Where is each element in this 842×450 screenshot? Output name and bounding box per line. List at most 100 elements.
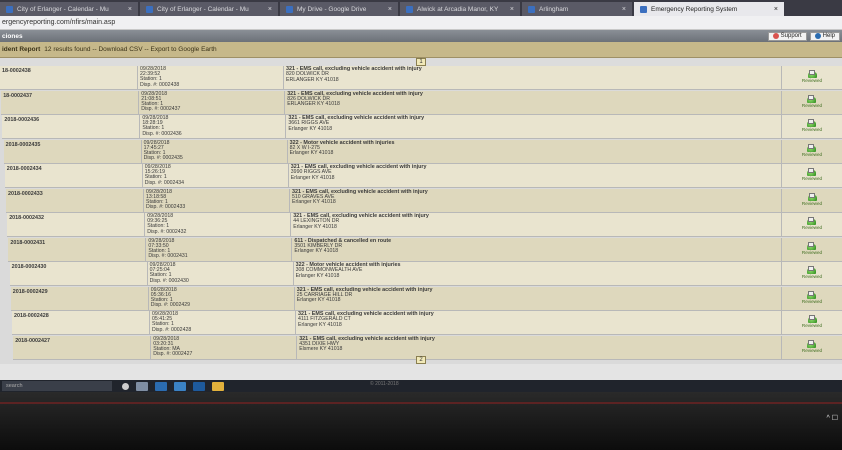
- app-menu-left-label[interactable]: ciones: [2, 33, 23, 40]
- tab-close-icon[interactable]: ×: [128, 6, 132, 13]
- browser-tab[interactable]: Arlingham ×: [522, 2, 632, 16]
- incident-disp: Disp. #: 0002435: [143, 155, 183, 162]
- reviewed-button[interactable]: Reviewed: [782, 287, 842, 310]
- browser-tab-strip: City of Erlanger - Calendar - Mu × City of…: [0, 0, 842, 16]
- system-tray[interactable]: ^ ☐: [826, 414, 838, 422]
- incident-addr2: Erlanger KY 41018: [295, 272, 340, 279]
- page-blank-area: [0, 364, 842, 380]
- incident-addr2: Elsmere KY 41018: [299, 346, 343, 353]
- reviewed-label: Reviewed: [801, 200, 823, 206]
- reviewed-button[interactable]: Reviewed: [782, 115, 842, 138]
- browser-tab[interactable]: My Drive - Google Drive ×: [280, 2, 398, 16]
- incident-id[interactable]: 18-0002437: [1, 90, 140, 114]
- table-row[interactable]: 2018-0002434 09/28/2018 15:26:19 Station: 1…: [4, 164, 842, 188]
- address-bar[interactable]: ergencyreporting.com/nfirs/main.asp: [0, 16, 842, 30]
- reviewed-label: Reviewed: [801, 249, 823, 255]
- incident-id[interactable]: 2018-0002430: [10, 262, 148, 285]
- browser-tab[interactable]: Emergency Reporting System ×: [634, 2, 784, 16]
- support-button[interactable]: Support: [767, 31, 807, 41]
- incident-nature-cell: 611 - Dispatched & cancelled en route 350…: [292, 237, 782, 261]
- incident-id[interactable]: 2018-0002435: [4, 139, 142, 163]
- reviewed-button[interactable]: Reviewed: [782, 91, 842, 114]
- page-link-top[interactable]: 1: [416, 58, 426, 66]
- reviewed-button[interactable]: Reviewed: [782, 262, 842, 285]
- reviewed-button[interactable]: Reviewed: [782, 140, 842, 163]
- incident-id[interactable]: 2018-0002429: [11, 286, 149, 310]
- url-text[interactable]: ergencyreporting.com/nfirs/main.asp: [2, 19, 115, 26]
- tab-favicon-icon: [146, 5, 153, 13]
- reviewed-icon: [807, 168, 817, 176]
- reviewed-icon: [807, 94, 817, 103]
- incident-id[interactable]: 2018-0002432: [7, 213, 146, 236]
- help-label: Help: [822, 33, 835, 39]
- help-button[interactable]: Help: [809, 31, 840, 41]
- incident-id[interactable]: 2018-0002436: [2, 115, 141, 138]
- incident-datetime-cell: 09/28/2018 13:18:58 Station: 1 Disp. #: 000…: [144, 188, 290, 212]
- explorer-icon[interactable]: [174, 381, 186, 391]
- reviewed-button[interactable]: Reviewed: [782, 189, 842, 212]
- browser-tab[interactable]: Alwick at Arcadia Manor, KY ×: [400, 2, 520, 16]
- tab-label: My Drive - Google Drive: [297, 5, 367, 13]
- chrome-icon[interactable]: [212, 381, 224, 391]
- incident-disp: Disp. #: 0002437: [141, 106, 181, 113]
- reviewed-button[interactable]: Reviewed: [782, 311, 842, 334]
- table-row[interactable]: 2018-0002429 09/28/2018 05:36:16 Station: 1…: [10, 286, 842, 311]
- taskbar-search[interactable]: search: [2, 381, 112, 391]
- reviewed-icon: [807, 217, 817, 225]
- table-row[interactable]: 2018-0002435 09/28/2018 17:45:27 Station: 1…: [3, 139, 842, 164]
- cortana-icon[interactable]: [122, 382, 129, 390]
- tab-close-icon[interactable]: ×: [388, 6, 392, 13]
- table-row[interactable]: 2018-0002432 09/28/2018 09:36:25 Station: 1…: [7, 213, 842, 237]
- table-row[interactable]: 2018-0002430 09/28/2018 07:25:04 Station: 1…: [9, 262, 842, 286]
- table-row[interactable]: 2018-0002436 09/28/2018 18:28:19 Station: 1…: [2, 115, 842, 139]
- incident-datetime-cell: 09/28/2018 21:08:51 Station: 1 Disp. #: 000…: [139, 90, 286, 114]
- table-row[interactable]: 2018-0002431 09/28/2018 07:33:50 Station: 1…: [8, 237, 842, 262]
- incident-table: 18-0002438 09/28/2018 22:39:52 Station: 1 Di…: [0, 66, 842, 364]
- reviewed-button[interactable]: Reviewed: [782, 164, 842, 187]
- bezel-reflection: [0, 402, 842, 404]
- monitor-screen: City of Erlanger - Calendar - Mu × City of…: [0, 0, 842, 392]
- incident-nature-cell: 321 - EMS call, excluding vehicle accide…: [284, 66, 782, 89]
- reviewed-icon: [807, 192, 817, 201]
- incident-id[interactable]: 2018-0002428: [12, 311, 150, 334]
- tab-close-icon[interactable]: ×: [268, 6, 272, 13]
- tab-label: City of Erlanger - Calendar - Mu: [157, 5, 249, 13]
- incident-addr2: Erlanger KY 41018: [293, 223, 337, 230]
- edge-icon[interactable]: [155, 381, 167, 391]
- incident-datetime-cell: 09/28/2018 07:33:50 Station: 1 Disp. #: 000…: [146, 237, 293, 261]
- page-link-bottom[interactable]: 2: [416, 356, 426, 364]
- reviewed-button[interactable]: Reviewed: [782, 66, 842, 89]
- report-header: ident Report 12 results found -- Downloa…: [0, 42, 842, 58]
- table-row[interactable]: 18-0002438 09/28/2018 22:39:52 Station: 1 Di…: [0, 66, 842, 90]
- status-text: © 2011-2018: [370, 381, 399, 387]
- report-title: ident Report: [2, 46, 41, 53]
- incident-addr2: Erlanger KY 41018: [290, 174, 335, 181]
- reviewed-button[interactable]: Reviewed: [782, 238, 842, 261]
- pager-top: 1: [0, 58, 842, 66]
- table-row[interactable]: 18-0002437 09/28/2018 21:08:51 Station: 1 Di…: [1, 90, 842, 115]
- reviewed-button[interactable]: Reviewed: [782, 213, 842, 236]
- store-icon[interactable]: [193, 381, 205, 391]
- incident-id[interactable]: 2018-0002431: [8, 237, 147, 261]
- tab-close-icon[interactable]: ×: [622, 6, 626, 13]
- help-icon: [814, 33, 821, 39]
- task-view-icon[interactable]: [136, 381, 148, 391]
- incident-id[interactable]: 18-0002438: [0, 66, 138, 89]
- incident-nature-cell: 322 - Motor vehicle accident with injuri…: [294, 262, 782, 285]
- incident-addr2: Erlanger KY 41018: [296, 297, 341, 304]
- incident-nature-cell: 321 - EMS call, excluding vehicle accide…: [296, 311, 782, 334]
- tab-label: Emergency Reporting System: [651, 5, 738, 13]
- tab-favicon-icon: [406, 5, 413, 13]
- table-row[interactable]: 2018-0002433 09/28/2018 13:18:58 Station: 1…: [6, 188, 842, 213]
- incident-id[interactable]: 2018-0002434: [5, 164, 143, 187]
- tab-close-icon[interactable]: ×: [774, 6, 778, 13]
- tab-close-icon[interactable]: ×: [510, 6, 514, 13]
- browser-tab[interactable]: City of Erlanger - Calendar - Mu ×: [140, 2, 278, 16]
- incident-addr2: Erlanger KY 41018: [298, 321, 342, 328]
- incident-id[interactable]: 2018-0002433: [6, 188, 144, 212]
- incident-disp: Disp. #: 0002436: [142, 130, 182, 137]
- table-row[interactable]: 2018-0002428 09/28/2018 05:41:25 Station: 1…: [12, 311, 842, 335]
- report-summary[interactable]: 12 results found -- Download CSV -- Expo…: [44, 46, 216, 53]
- pager-bottom: 2: [0, 356, 842, 364]
- browser-tab[interactable]: City of Erlanger - Calendar - Mu ×: [0, 2, 138, 16]
